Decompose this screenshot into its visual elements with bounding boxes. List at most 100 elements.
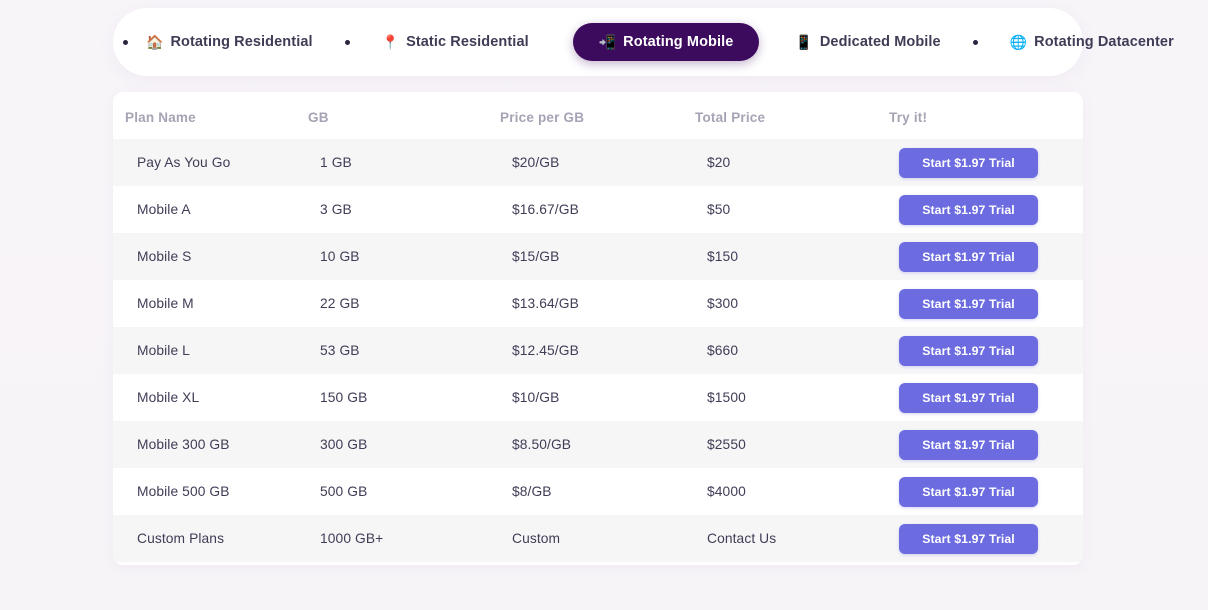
column-header-total-price: Total Price xyxy=(695,92,889,139)
cell-price-per-gb: $8/GB xyxy=(500,468,695,515)
cell-plan-name: Mobile M xyxy=(113,280,308,327)
cell-plan-name-text: Mobile XL xyxy=(137,390,200,405)
globe-icon: 🌐 xyxy=(1009,34,1028,50)
cell-plan-name: Mobile 500 GB xyxy=(113,468,308,515)
start-trial-button[interactable]: Start $1.97 Trial xyxy=(899,335,1038,366)
cell-gb: 1000 GB+ xyxy=(308,515,500,562)
table-body: Pay As You Go 1 GB $20/GB $20 Start $1.97 Tr… xyxy=(113,139,1083,562)
tab-rotating-residential[interactable]: 🏠 Rotating Residential xyxy=(132,25,327,59)
cell-gb-text: 150 GB xyxy=(320,390,368,405)
start-trial-button[interactable]: Start $1.97 Trial xyxy=(899,241,1038,272)
tab-label-rotating-residential: Rotating Residential xyxy=(170,34,313,50)
start-trial-button[interactable]: Start $1.97 Trial xyxy=(899,382,1038,413)
column-header-gb: GB xyxy=(308,92,500,139)
start-trial-button[interactable]: Start $1.97 Trial xyxy=(899,476,1038,507)
tab-separator-dot xyxy=(123,39,128,45)
cell-gb: 53 GB xyxy=(308,327,500,374)
cell-total-price-text: $2550 xyxy=(707,437,746,452)
cell-gb-text: 10 GB xyxy=(320,249,360,264)
cell-gb: 150 GB xyxy=(308,374,500,421)
mobile-phone-icon: 📱 xyxy=(795,34,813,50)
cell-total-price: $4000 xyxy=(695,468,889,515)
cell-try-it: Start $1.97 Trial xyxy=(889,327,1083,374)
cell-price-per-gb-text: $13.64/GB xyxy=(512,296,579,311)
cell-plan-name-text: Mobile S xyxy=(137,249,192,264)
cell-total-price: $1500 xyxy=(695,374,889,421)
cell-try-it: Start $1.97 Trial xyxy=(889,468,1083,515)
cell-plan-name: Mobile XL xyxy=(113,374,308,421)
cell-gb-text: 3 GB xyxy=(320,202,352,217)
cell-price-per-gb: Custom xyxy=(500,515,695,562)
table-row: Custom Plans 1000 GB+ Custom Contact Us Star… xyxy=(113,515,1083,562)
cell-try-it: Start $1.97 Trial xyxy=(889,186,1083,233)
tab-rotating-datacenter[interactable]: 🌐 Rotating Datacenter xyxy=(996,25,1188,59)
house-icon: 🏠 xyxy=(146,34,164,50)
table-row: Mobile 500 GB 500 GB $8/GB $4000 Start $1.97… xyxy=(113,468,1083,515)
table-row: Mobile XL 150 GB $10/GB $1500 Start $1.97 Tr… xyxy=(113,374,1083,421)
start-trial-button[interactable]: Start $1.97 Trial xyxy=(899,429,1038,460)
cell-plan-name-text: Custom Plans xyxy=(137,531,225,546)
table-row: Mobile M 22 GB $13.64/GB $300 Start $1.97 Tr… xyxy=(113,280,1083,327)
cell-price-per-gb: $12.45/GB xyxy=(500,327,695,374)
pricing-table-card: Plan Name GB Price per GB Total Price Tr… xyxy=(113,92,1083,565)
pricing-table: Plan Name GB Price per GB Total Price Tr… xyxy=(113,92,1083,562)
cell-plan-name-text: Mobile 300 GB xyxy=(137,437,230,452)
cell-plan-name-text: Pay As You Go xyxy=(137,155,231,170)
cell-try-it: Start $1.97 Trial xyxy=(889,139,1083,186)
start-trial-button[interactable]: Start $1.97 Trial xyxy=(899,147,1038,178)
start-trial-button[interactable]: Start $1.97 Trial xyxy=(899,288,1038,319)
tab-dedicated-mobile[interactable]: 📱 Dedicated Mobile xyxy=(781,25,954,59)
table-row: Mobile A 3 GB $16.67/GB $50 Start $1.97 Tria… xyxy=(113,186,1083,233)
table-header-row: Plan Name GB Price per GB Total Price Tr… xyxy=(113,92,1083,139)
cell-gb: 1 GB xyxy=(308,139,500,186)
cell-gb-text: 500 GB xyxy=(320,484,368,499)
cell-total-price: $50 xyxy=(695,186,889,233)
cell-total-price-text: $1500 xyxy=(707,390,746,405)
start-trial-button[interactable]: Start $1.97 Trial xyxy=(899,194,1038,225)
cell-total-price-text: $50 xyxy=(707,202,731,217)
tab-separator-dot xyxy=(344,39,350,45)
tab-label-rotating-datacenter: Rotating Datacenter xyxy=(1034,34,1174,50)
cell-price-per-gb-text: $8.50/GB xyxy=(512,437,572,452)
table-row: Pay As You Go 1 GB $20/GB $20 Start $1.97 Tr… xyxy=(113,139,1083,186)
cell-try-it: Start $1.97 Trial xyxy=(889,280,1083,327)
cell-plan-name: Custom Plans xyxy=(113,515,308,562)
cell-price-per-gb: $10/GB xyxy=(500,374,695,421)
cell-total-price-text: $300 xyxy=(707,296,739,311)
cell-try-it: Start $1.97 Trial xyxy=(889,421,1083,468)
pricing-page: 🏠 Rotating Residential 📍 Static Resident… xyxy=(0,0,1208,610)
start-trial-button[interactable]: Start $1.97 Trial xyxy=(899,523,1038,554)
cell-total-price: $2550 xyxy=(695,421,889,468)
cell-plan-name-text: Mobile M xyxy=(137,296,194,311)
column-header-price-per-gb: Price per GB xyxy=(500,92,695,139)
tab-static-residential[interactable]: 📍 Static Residential xyxy=(368,25,543,59)
cell-gb: 3 GB xyxy=(308,186,500,233)
cell-total-price: Contact Us xyxy=(695,515,889,562)
cell-gb-text: 1000 GB+ xyxy=(320,531,384,546)
cell-total-price: $300 xyxy=(695,280,889,327)
cell-total-price: $660 xyxy=(695,327,889,374)
cell-plan-name-text: Mobile L xyxy=(137,343,190,358)
cell-gb-text: 22 GB xyxy=(320,296,360,311)
cell-price-per-gb-text: $12.45/GB xyxy=(512,343,579,358)
tab-rotating-mobile[interactable]: 📲 Rotating Mobile xyxy=(572,23,760,61)
cell-price-per-gb: $8.50/GB xyxy=(500,421,695,468)
cell-plan-name: Mobile A xyxy=(113,186,308,233)
cell-total-price-text: Contact Us xyxy=(707,531,777,546)
column-header-plan-name: Plan Name xyxy=(113,92,308,139)
cell-price-per-gb: $20/GB xyxy=(500,139,695,186)
column-header-try-it: Try it! xyxy=(889,92,1083,139)
cell-price-per-gb: $13.64/GB xyxy=(500,280,695,327)
cell-gb-text: 1 GB xyxy=(320,155,352,170)
cell-total-price-text: $4000 xyxy=(707,484,746,499)
cell-price-per-gb-text: $16.67/GB xyxy=(512,202,579,217)
tab-list: 🏠 Rotating Residential 📍 Static Resident… xyxy=(119,23,1174,61)
table-header: Plan Name GB Price per GB Total Price Tr… xyxy=(113,92,1083,139)
cell-plan-name: Mobile L xyxy=(113,327,308,374)
cell-gb-text: 53 GB xyxy=(320,343,360,358)
cell-total-price-text: $20 xyxy=(707,155,731,170)
cell-gb: 300 GB xyxy=(308,421,500,468)
cell-gb: 22 GB xyxy=(308,280,500,327)
pushpin-icon: 📍 xyxy=(381,34,400,50)
cell-plan-name-text: Mobile 500 GB xyxy=(137,484,230,499)
